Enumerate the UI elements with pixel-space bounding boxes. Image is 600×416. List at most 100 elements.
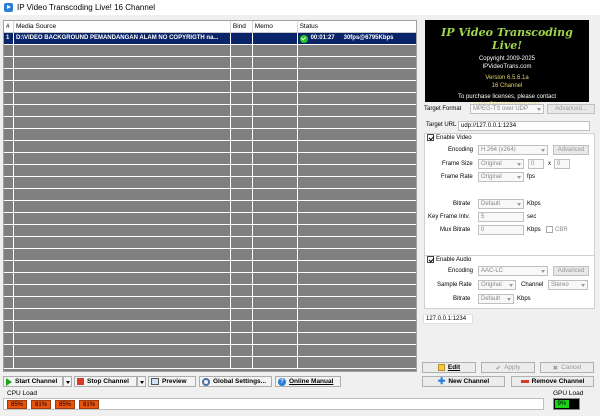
empty-cell: [253, 45, 298, 57]
gpu-load-label: GPU Load: [553, 390, 584, 397]
version-text: Version 6.5.6.1a: [485, 75, 529, 81]
col-header-memo[interactable]: Memo: [253, 21, 298, 32]
video-encoding-label: Encoding: [448, 147, 474, 153]
gpu-load-fill: 9%: [555, 400, 569, 408]
format-advanced-button[interactable]: Advanced...: [547, 104, 595, 114]
empty-cell: [298, 105, 416, 117]
empty-cell: [253, 81, 298, 93]
empty-row: [4, 225, 416, 237]
keyframe-interval-input[interactable]: 5: [478, 212, 524, 222]
empty-cell: [253, 285, 298, 297]
frame-rate-select[interactable]: Original: [478, 172, 524, 182]
audio-encoding-select[interactable]: AAC-LC: [478, 266, 548, 276]
stop-channel-dropdown[interactable]: [137, 376, 146, 387]
row-source: D:\VIDEO BACKGROUND PEMANDANGAN ALAM NO …: [14, 33, 231, 44]
empty-cell: [4, 273, 14, 285]
preview-button[interactable]: Preview: [148, 376, 196, 387]
empty-cell: [14, 105, 231, 117]
empty-cell: [231, 297, 253, 309]
empty-cell: [298, 333, 416, 345]
empty-cell: [14, 261, 231, 273]
empty-cell: [4, 261, 14, 273]
enable-video-checkbox[interactable]: [427, 134, 434, 141]
cpu-core-3: 85%: [55, 400, 75, 409]
empty-cell: [253, 249, 298, 261]
col-header-bind[interactable]: Bind: [231, 21, 253, 32]
empty-cell: [14, 285, 231, 297]
online-manual-button[interactable]: ? Online Manual: [275, 376, 341, 387]
empty-row: [4, 153, 416, 165]
empty-cell: [253, 93, 298, 105]
empty-cell: [253, 309, 298, 321]
empty-cell: [231, 57, 253, 69]
empty-cell: [4, 81, 14, 93]
row-status: 00:01:27 30fps@6795Kbps: [298, 33, 416, 44]
empty-cell: [253, 189, 298, 201]
empty-cell: [14, 141, 231, 153]
sample-rate-select[interactable]: Original: [478, 280, 516, 290]
edit-button[interactable]: Edit: [422, 362, 476, 373]
empty-cell: [4, 93, 14, 105]
minus-icon: [520, 380, 529, 383]
channel-select[interactable]: Stereo: [548, 280, 588, 290]
empty-cell: [253, 105, 298, 117]
empty-cell: [14, 201, 231, 213]
col-header-status[interactable]: Status: [298, 21, 416, 32]
start-channel-dropdown[interactable]: [63, 376, 72, 387]
empty-cell: [14, 93, 231, 105]
video-encoding-select[interactable]: H.264 (x264): [478, 145, 548, 155]
empty-cell: [231, 213, 253, 225]
empty-row: [4, 105, 416, 117]
frame-width-input[interactable]: 0: [528, 159, 544, 169]
video-advanced-button[interactable]: Advanced: [553, 145, 589, 155]
global-settings-button[interactable]: Global Settings...: [199, 376, 272, 387]
mux-bitrate-label: Mux Bitrate: [440, 227, 471, 233]
frame-rate-label: Frame Rate: [441, 174, 473, 180]
copyright-text: Copyright 2009-2025: [478, 56, 536, 62]
apply-button[interactable]: ✔ Apply: [481, 362, 535, 373]
empty-cell: [14, 177, 231, 189]
plus-icon: ✚: [437, 376, 446, 386]
sample-rate-label: Sample Rate: [437, 282, 472, 288]
row-num: 1: [4, 33, 14, 44]
mux-bitrate-input[interactable]: 0: [478, 225, 524, 235]
target-url-input[interactable]: udp://127.0.0.1:1234: [458, 121, 590, 131]
empty-cell: [253, 297, 298, 309]
empty-cell: [253, 225, 298, 237]
cpu-core-4: 81%: [79, 400, 99, 409]
col-header-num[interactable]: #: [4, 21, 14, 32]
video-bitrate-select[interactable]: Default: [478, 199, 524, 209]
frame-size-select[interactable]: Original: [478, 159, 524, 169]
audio-bitrate-select[interactable]: Default: [478, 294, 514, 304]
enable-video-label: Enable Video: [436, 134, 472, 141]
remove-channel-button[interactable]: Remove Channel: [511, 376, 594, 387]
table-row[interactable]: 1 D:\VIDEO BACKGROUND PEMANDANGAN ALAM N…: [4, 33, 416, 45]
empty-cell: [4, 141, 14, 153]
empty-row: [4, 81, 416, 93]
empty-cell: [298, 261, 416, 273]
frame-height-input[interactable]: 0: [554, 159, 570, 169]
fps-unit: fps: [527, 174, 536, 180]
cbr-checkbox[interactable]: [546, 226, 553, 233]
empty-cell: [231, 141, 253, 153]
empty-cell: [298, 189, 416, 201]
empty-cell: [231, 321, 253, 333]
start-channel-button[interactable]: Start Channel: [3, 376, 63, 387]
empty-cell: [231, 165, 253, 177]
stop-channel-button[interactable]: Stop Channel: [74, 376, 137, 387]
check-icon: ✔: [495, 364, 502, 372]
col-header-source[interactable]: Media Source: [14, 21, 231, 32]
channel-grid[interactable]: # Media Source Bind Memo Status 1 D:\VID…: [3, 20, 417, 372]
empty-cell: [253, 213, 298, 225]
audio-advanced-button[interactable]: Advanced: [553, 266, 589, 276]
empty-cell: [14, 309, 231, 321]
cancel-button[interactable]: ✖ Cancel: [540, 362, 594, 373]
empty-cell: [231, 261, 253, 273]
preview-icon: [151, 378, 159, 385]
new-channel-button[interactable]: ✚ New Channel: [422, 376, 505, 387]
enable-audio-checkbox[interactable]: [427, 256, 434, 263]
empty-cell: [4, 69, 14, 81]
target-format-select[interactable]: MPEG-TS over UDP: [470, 104, 544, 114]
empty-cell: [253, 357, 298, 369]
empty-cell: [253, 333, 298, 345]
